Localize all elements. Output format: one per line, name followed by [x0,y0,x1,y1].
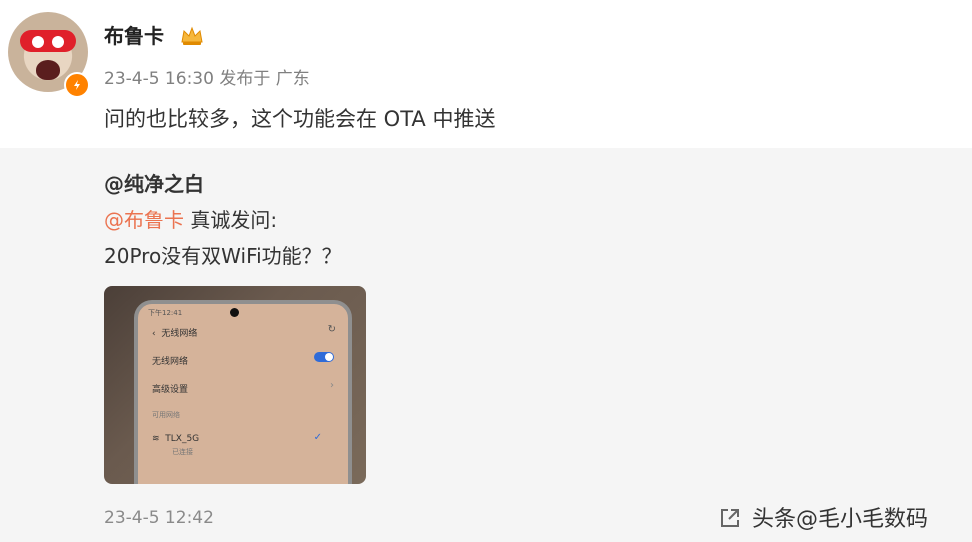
phone-screenshot: 下午12:41 ‹ 无线网络 ↻ 无线网络 高级设置 › 可用网络 ≋ TLX_… [134,300,352,484]
wifi-icon: ≋ [152,434,160,444]
quoted-text-line-2: 20Pro没有双WiFi功能？？ [104,244,342,268]
chevron-right-icon: › [330,380,334,391]
crown-icon [181,26,203,45]
quoted-author[interactable]: @纯净之白 [104,168,204,197]
quoted-post[interactable]: @纯净之白 @布鲁卡 真诚发问: 20Pro没有双WiFi功能？？ 下午12:4… [0,148,972,542]
watermark: 头条@毛小毛数码 [752,507,929,532]
mention-link[interactable]: @布鲁卡 [104,208,184,232]
toggle-switch-icon [314,352,334,362]
avatar-mask [20,30,76,52]
quoted-time[interactable]: 23-4-5 12:42 [104,508,214,528]
quoted-text-line-1: @布鲁卡 真诚发问: [104,208,278,232]
attached-photo[interactable]: 下午12:41 ‹ 无线网络 ↻ 无线网络 高级设置 › 可用网络 ≋ TLX_… [104,286,366,484]
weibo-post: 布鲁卡 23-4-5 16:30 发布于 广东 问的也比较多，这个功能会在 OT… [0,0,972,542]
check-icon: ✓ [313,432,322,443]
post-text: 问的也比较多，这个功能会在 OTA 中推送 [104,107,496,131]
refresh-icon: ↻ [327,324,336,335]
post-meta: 23-4-5 16:30 发布于 广东 [104,69,310,89]
username[interactable]: 布鲁卡 [104,20,164,49]
verified-badge-icon [64,72,90,98]
share-icon[interactable] [718,506,742,530]
